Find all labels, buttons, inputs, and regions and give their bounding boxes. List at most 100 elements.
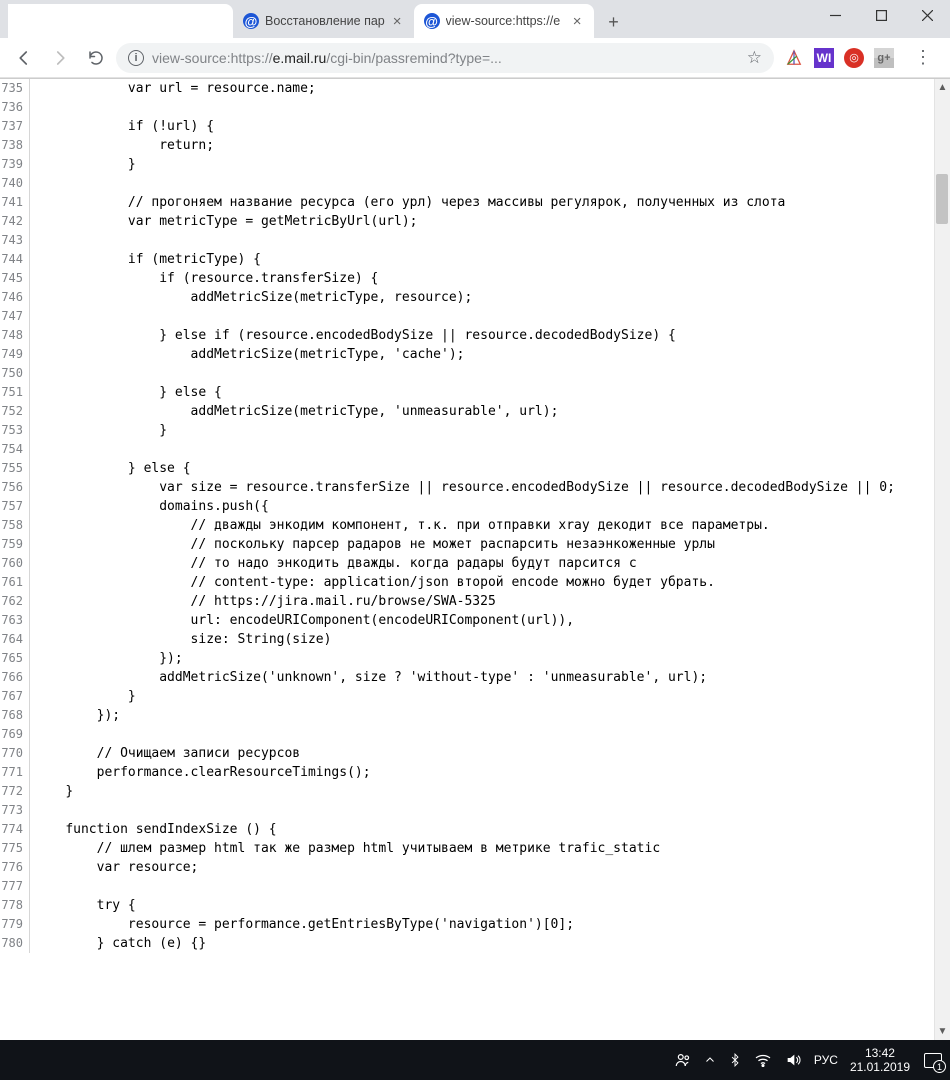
- browser-menu-button[interactable]: ⋮: [904, 47, 942, 68]
- line-code[interactable]: var size = resource.transferSize || reso…: [30, 478, 950, 497]
- line-number: 780: [0, 934, 30, 953]
- close-tab-icon[interactable]: ×: [571, 13, 584, 30]
- line-code[interactable]: return;: [30, 136, 950, 155]
- source-line: 740: [0, 174, 950, 193]
- line-number: 760: [0, 554, 30, 573]
- vertical-scrollbar[interactable]: ▲ ▼: [934, 79, 950, 1040]
- tab-strip: @ Восстановление пар × @ view-source:htt…: [8, 0, 628, 38]
- line-number: 740: [0, 174, 30, 193]
- bluetooth-icon[interactable]: [728, 1051, 742, 1069]
- extension-icon-3[interactable]: ◎: [844, 48, 864, 68]
- forward-button[interactable]: [44, 42, 76, 74]
- line-number: 753: [0, 421, 30, 440]
- tab-inactive[interactable]: @ Восстановление пар ×: [233, 4, 414, 38]
- line-code[interactable]: addMetricSize(metricType, 'unmeasurable'…: [30, 402, 950, 421]
- source-line: 773: [0, 801, 950, 820]
- line-code[interactable]: addMetricSize(metricType, resource);: [30, 288, 950, 307]
- line-code[interactable]: }: [30, 421, 950, 440]
- tab-title: [18, 14, 223, 28]
- maximize-button[interactable]: [858, 0, 904, 30]
- line-code[interactable]: performance.clearResourceTimings();: [30, 763, 950, 782]
- line-number: 738: [0, 136, 30, 155]
- date-text: 21.01.2019: [850, 1060, 910, 1074]
- line-code[interactable]: // поскольку парсер радаров не может рас…: [30, 535, 950, 554]
- line-code[interactable]: var resource;: [30, 858, 950, 877]
- extension-icon-1[interactable]: [784, 48, 804, 68]
- scrollbar-thumb[interactable]: [936, 174, 948, 224]
- tray-chevron-icon[interactable]: [704, 1054, 716, 1066]
- source-line: 755 } else {: [0, 459, 950, 478]
- line-code[interactable]: } else {: [30, 459, 950, 478]
- close-tab-icon[interactable]: ×: [391, 13, 404, 30]
- line-number: 742: [0, 212, 30, 231]
- reload-button[interactable]: [80, 42, 112, 74]
- line-number: 751: [0, 383, 30, 402]
- address-bar[interactable]: i view-source:https://e.mail.ru/cgi-bin/…: [116, 43, 774, 73]
- source-line: 750: [0, 364, 950, 383]
- line-code[interactable]: size: String(size): [30, 630, 950, 649]
- extension-icon-4[interactable]: g+: [874, 48, 894, 68]
- line-code[interactable]: }: [30, 687, 950, 706]
- source-line: 766 addMetricSize('unknown', size ? 'wit…: [0, 668, 950, 687]
- line-number: 764: [0, 630, 30, 649]
- source-line: 769: [0, 725, 950, 744]
- line-code[interactable]: // прогоняем название ресурса (его урл) …: [30, 193, 950, 212]
- line-code[interactable]: resource = performance.getEntriesByType(…: [30, 915, 950, 934]
- line-code[interactable]: domains.push({: [30, 497, 950, 516]
- line-code[interactable]: var url = resource.name;: [30, 79, 950, 98]
- people-icon[interactable]: [674, 1051, 692, 1069]
- minimize-button[interactable]: [812, 0, 858, 30]
- volume-icon[interactable]: [784, 1052, 802, 1068]
- line-code[interactable]: try {: [30, 896, 950, 915]
- line-code[interactable]: var metricType = getMetricByUrl(url);: [30, 212, 950, 231]
- line-code[interactable]: addMetricSize('unknown', size ? 'without…: [30, 668, 950, 687]
- source-line: 777: [0, 877, 950, 896]
- line-code[interactable]: // то надо энкодить дважды. когда радары…: [30, 554, 950, 573]
- clock[interactable]: 13:42 21.01.2019: [850, 1046, 910, 1074]
- line-code[interactable]: // https://jira.mail.ru/browse/SWA-5325: [30, 592, 950, 611]
- line-code[interactable]: });: [30, 649, 950, 668]
- line-number: 778: [0, 896, 30, 915]
- line-code[interactable]: // дважды энкодим компонент, т.к. при от…: [30, 516, 950, 535]
- line-code[interactable]: // content-type: application/json второй…: [30, 573, 950, 592]
- source-content[interactable]: 735 var url = resource.name;736737 if (!…: [0, 79, 950, 1040]
- line-code[interactable]: function sendIndexSize () {: [30, 820, 950, 839]
- line-number: 741: [0, 193, 30, 212]
- bookmark-star-icon[interactable]: ☆: [747, 48, 762, 68]
- line-code[interactable]: if (resource.transferSize) {: [30, 269, 950, 288]
- source-line: 754: [0, 440, 950, 459]
- action-center-icon[interactable]: 1: [922, 1049, 944, 1071]
- line-code[interactable]: });: [30, 706, 950, 725]
- source-line: 764 size: String(size): [0, 630, 950, 649]
- scroll-up-arrow[interactable]: ▲: [935, 79, 950, 96]
- line-code[interactable]: // шлем размер html так же размер html у…: [30, 839, 950, 858]
- back-button[interactable]: [8, 42, 40, 74]
- line-number: 774: [0, 820, 30, 839]
- line-code[interactable]: addMetricSize(metricType, 'cache');: [30, 345, 950, 364]
- line-code[interactable]: url: encodeURIComponent(encodeURICompone…: [30, 611, 950, 630]
- input-language[interactable]: РУС: [814, 1053, 838, 1067]
- line-code[interactable]: }: [30, 155, 950, 174]
- line-code[interactable]: } else if (resource.encodedBodySize || r…: [30, 326, 950, 345]
- line-code[interactable]: // Очищаем записи ресурсов: [30, 744, 950, 763]
- source-line: 758 // дважды энкодим компонент, т.к. пр…: [0, 516, 950, 535]
- tab-blank[interactable]: [8, 4, 233, 38]
- new-tab-button[interactable]: +: [600, 8, 628, 36]
- source-line: 776 var resource;: [0, 858, 950, 877]
- line-code[interactable]: }: [30, 782, 950, 801]
- source-line: 741 // прогоняем название ресурса (его у…: [0, 193, 950, 212]
- line-code[interactable]: } catch (e) {}: [30, 934, 950, 953]
- line-code[interactable]: if (metricType) {: [30, 250, 950, 269]
- extension-icon-2[interactable]: WI: [814, 48, 834, 68]
- site-info-icon[interactable]: i: [128, 50, 144, 66]
- wifi-icon[interactable]: [754, 1053, 772, 1067]
- line-code[interactable]: if (!url) {: [30, 117, 950, 136]
- source-line: 747: [0, 307, 950, 326]
- tab-active[interactable]: @ view-source:https://e ×: [414, 4, 594, 38]
- source-line: 737 if (!url) {: [0, 117, 950, 136]
- browser-toolbar: i view-source:https://e.mail.ru/cgi-bin/…: [0, 38, 950, 78]
- scroll-down-arrow[interactable]: ▼: [935, 1023, 950, 1040]
- close-window-button[interactable]: [904, 0, 950, 30]
- line-number: 754: [0, 440, 30, 459]
- line-code[interactable]: } else {: [30, 383, 950, 402]
